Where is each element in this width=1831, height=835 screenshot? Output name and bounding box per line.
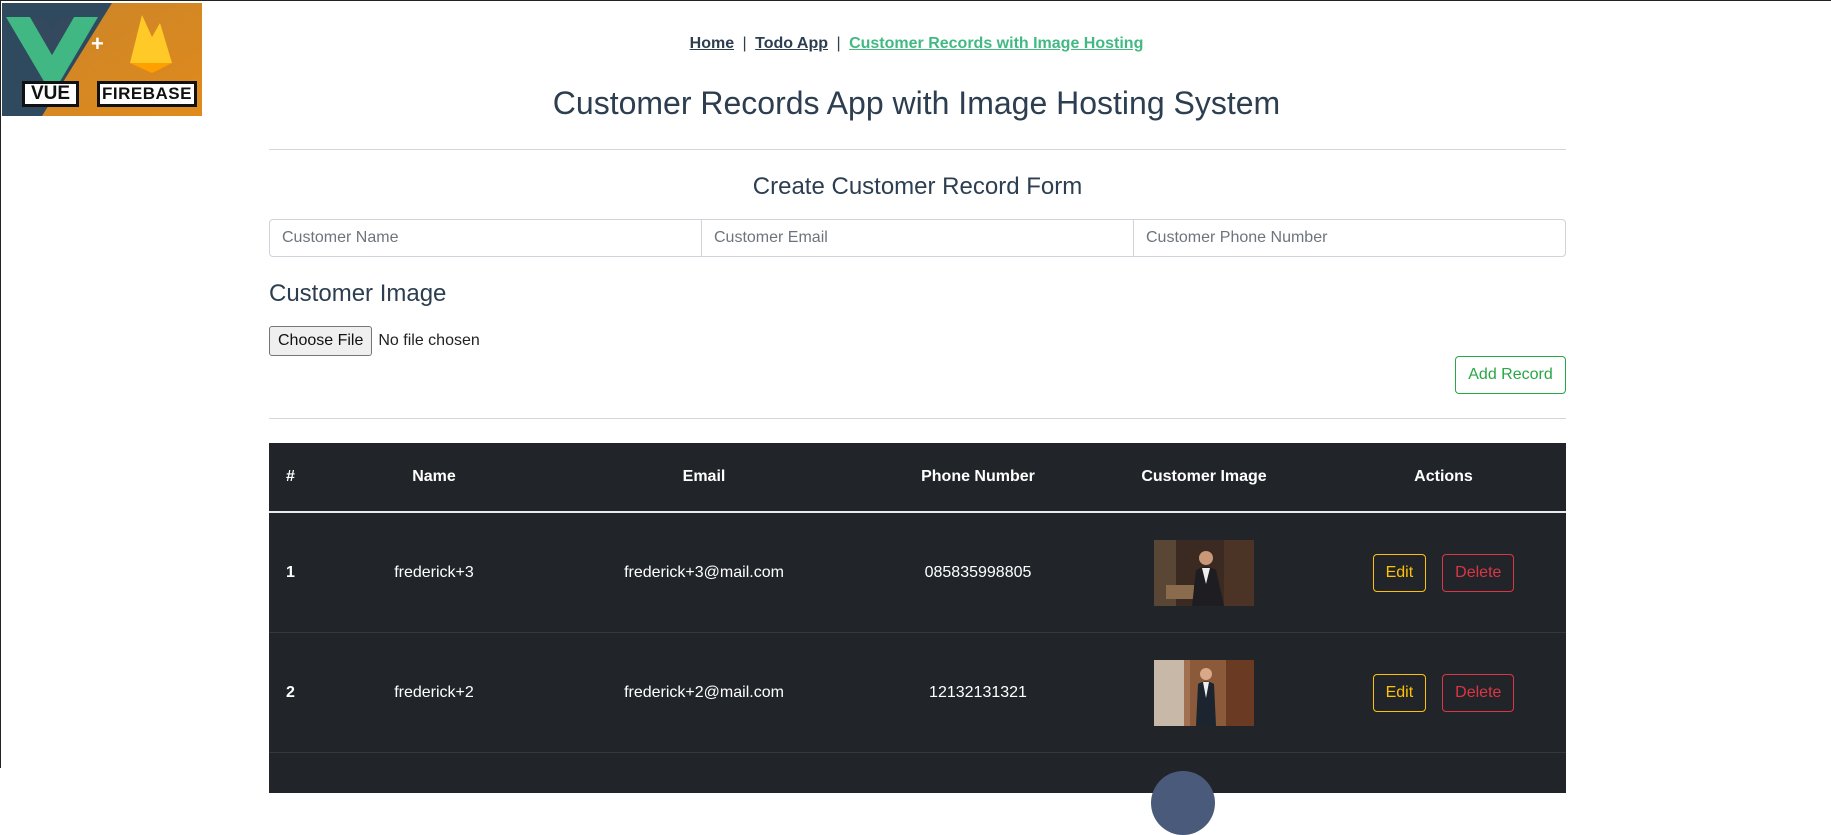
nav-separator: |: [836, 35, 841, 52]
file-input: Choose File No file chosen: [269, 326, 480, 356]
customer-table: # Name Email Phone Number Customer Image…: [269, 443, 1566, 835]
header-email: Email: [682, 468, 726, 485]
customer-name-input[interactable]: [269, 219, 702, 257]
header-image: Customer Image: [1141, 468, 1267, 485]
header-index: #: [286, 468, 295, 485]
customer-image-heading: Customer Image: [269, 280, 447, 307]
customer-image-thumbnail: [1151, 771, 1215, 835]
edit-button[interactable]: Edit: [1372, 673, 1427, 712]
row-email: frederick+3@mail.com: [624, 563, 784, 581]
add-record-button[interactable]: Add Record: [1455, 356, 1566, 394]
divider: [269, 418, 1566, 419]
customer-email-input[interactable]: [701, 219, 1134, 257]
row-index: 2: [286, 683, 295, 701]
nav-separator: |: [742, 35, 747, 52]
delete-button[interactable]: Delete: [1442, 553, 1515, 592]
customer-phone-input[interactable]: [1133, 219, 1566, 257]
row-index: 1: [286, 563, 295, 581]
row-phone: 12132131321: [929, 683, 1027, 701]
row-name: frederick+2: [394, 683, 474, 701]
table-row: 2 frederick+2 frederick+2@mail.com 12132…: [269, 633, 1566, 753]
customer-image-thumbnail: [1154, 659, 1254, 726]
choose-file-button[interactable]: Choose File: [269, 326, 373, 356]
customer-image-thumbnail: [1154, 539, 1254, 606]
header-phone: Phone Number: [921, 468, 1035, 485]
file-status: No file chosen: [378, 332, 480, 349]
nav-link-customers[interactable]: Customer Records with Image Hosting: [849, 35, 1143, 52]
nav-link-todo[interactable]: Todo App: [755, 35, 828, 52]
nav-link-home[interactable]: Home: [690, 35, 734, 52]
table-header: # Name Email Phone Number Customer Image…: [269, 443, 1566, 513]
row-phone: 085835998805: [924, 563, 1032, 581]
edit-button[interactable]: Edit: [1372, 553, 1427, 592]
divider: [269, 149, 1566, 150]
table-row: [269, 753, 1566, 835]
table-row: 1 frederick+3 frederick+3@mail.com 08583…: [269, 513, 1566, 633]
header-actions: Actions: [1414, 468, 1473, 485]
row-name: frederick+3: [394, 563, 474, 581]
form-title: Create Customer Record Form: [752, 173, 1083, 200]
row-email: frederick+2@mail.com: [624, 683, 784, 701]
page-title: Customer Records App with Image Hosting …: [552, 85, 1281, 121]
customer-input-group: [269, 219, 1566, 257]
delete-button[interactable]: Delete: [1442, 673, 1515, 712]
top-nav: Home | Todo App | Customer Records with …: [1, 35, 1831, 53]
header-name: Name: [412, 468, 456, 485]
